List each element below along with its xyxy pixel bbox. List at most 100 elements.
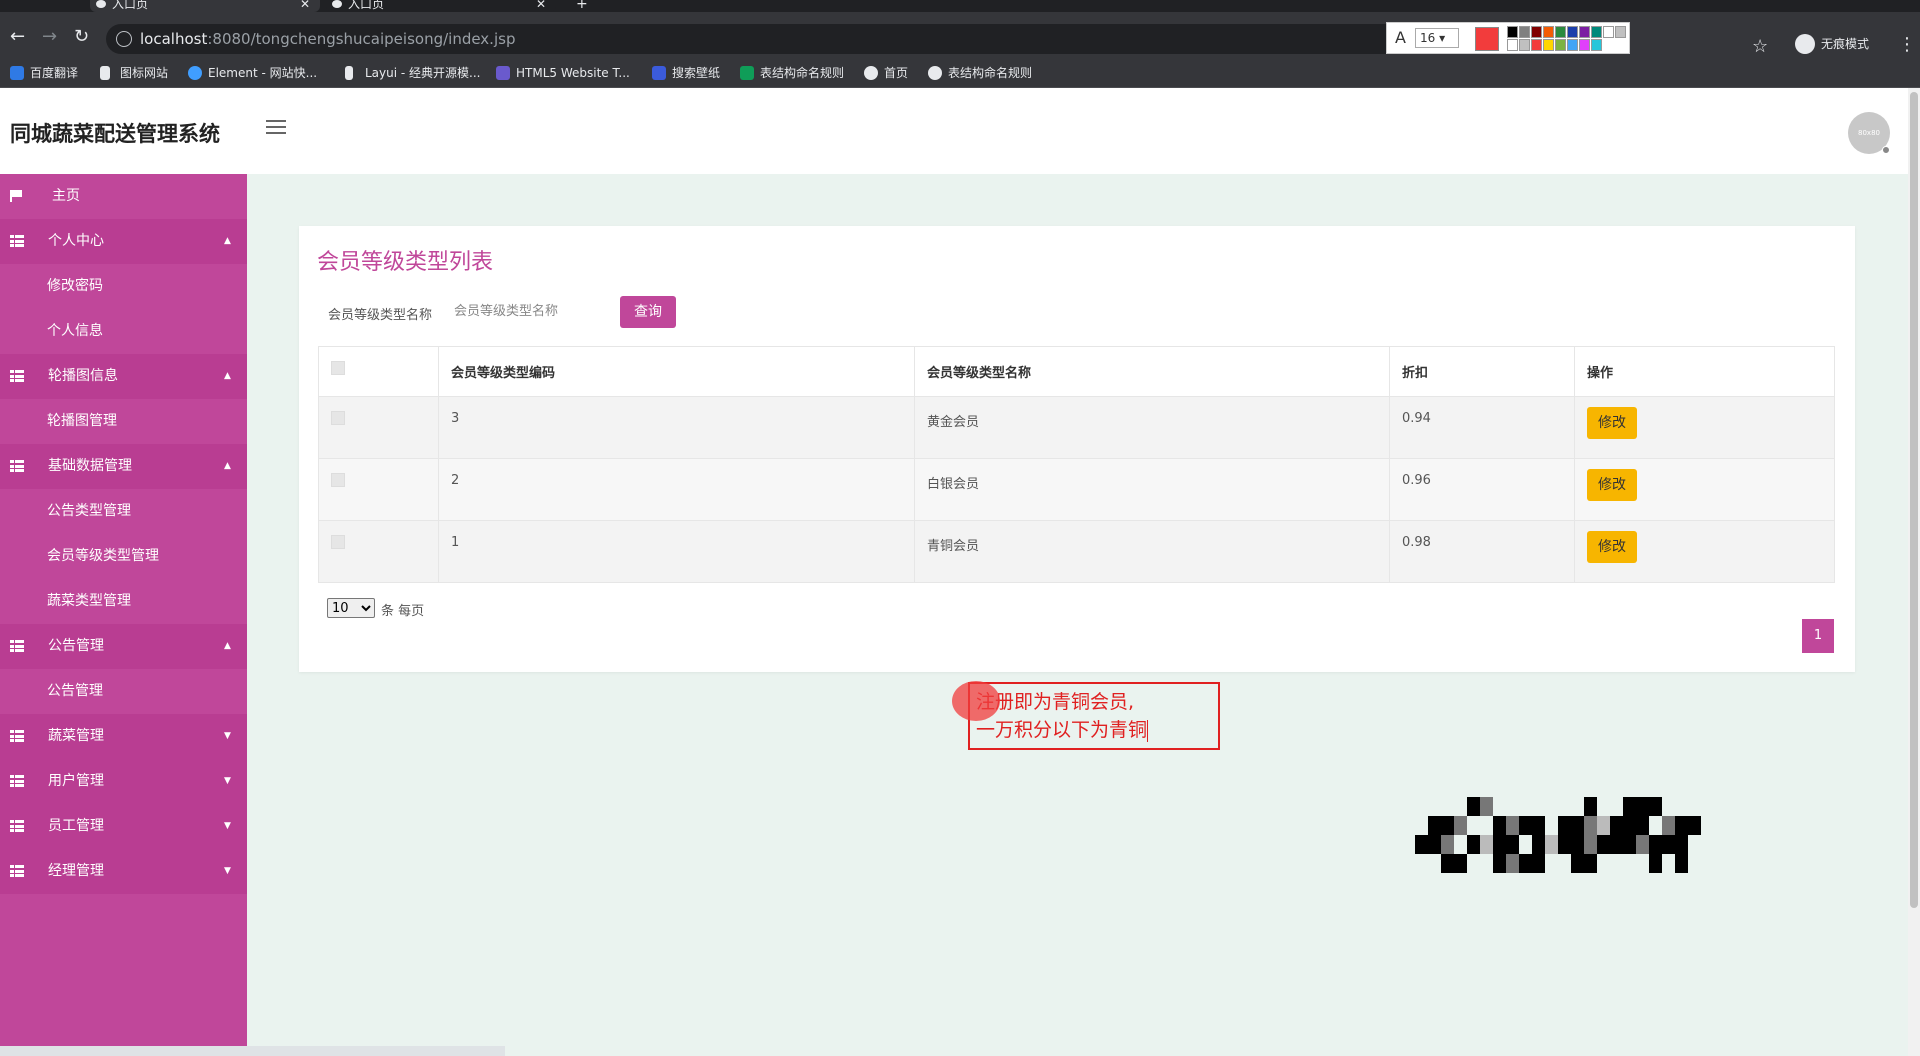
font-size-select[interactable]: 16 ▾ <box>1415 28 1459 48</box>
sidebar-item[interactable]: 基础数据管理 ▲ <box>0 444 247 489</box>
bookmark-item[interactable]: 图标网站 <box>100 64 168 82</box>
search-input[interactable] <box>452 296 592 326</box>
color-swatch[interactable] <box>1579 26 1590 38</box>
bookmark-item[interactable]: 首页 <box>864 64 908 82</box>
redaction-pixel <box>1519 854 1532 873</box>
sidebar-item[interactable]: 会员等级类型管理 <box>0 534 247 579</box>
page-scrollbar[interactable] <box>1908 88 1920 1056</box>
sidebar-item[interactable]: 公告管理 ▲ <box>0 624 247 669</box>
color-swatch[interactable] <box>1591 26 1602 38</box>
color-swatch[interactable] <box>1579 39 1590 51</box>
color-swatch[interactable] <box>1519 26 1530 38</box>
sidebar-item[interactable]: 蔬菜管理 ▼ <box>0 714 247 759</box>
sidebar-item[interactable]: 用户管理 ▼ <box>0 759 247 804</box>
translate-icon <box>10 66 24 80</box>
redaction-pixel <box>1571 835 1584 854</box>
chevron-up-icon: ▲ <box>224 236 231 246</box>
bookmark-item[interactable]: Layui - 经典开源模... <box>345 64 480 82</box>
address-bar[interactable]: localhost:8080/tongchengshucaipeisong/in… <box>106 24 1536 54</box>
new-tab-icon[interactable]: + <box>576 0 588 11</box>
bookmark-item[interactable]: 表结构命名规则 <box>740 64 844 82</box>
query-button[interactable]: 查询 <box>620 296 676 328</box>
color-swatch[interactable] <box>1531 39 1542 51</box>
sidebar-item[interactable]: 轮播图管理 <box>0 399 247 444</box>
edit-button[interactable]: 修改 <box>1587 469 1637 501</box>
sidebar-item[interactable]: 修改密码 <box>0 264 247 309</box>
app-title: 同城蔬菜配送管理系统 <box>10 122 220 146</box>
checkbox-cell <box>318 520 439 583</box>
bookmark-item[interactable]: 百度翻译 <box>10 64 78 82</box>
color-swatch[interactable] <box>1555 26 1566 38</box>
sidebar-item[interactable]: 员工管理 ▼ <box>0 804 247 849</box>
edit-button[interactable]: 修改 <box>1587 407 1637 439</box>
sidebar-item[interactable]: 轮播图信息 ▲ <box>0 354 247 399</box>
incognito-indicator[interactable]: 无痕模式 <box>1795 34 1869 54</box>
bookmark-star-icon[interactable]: ☆ <box>1752 36 1768 57</box>
sidebar-item[interactable]: 个人信息 <box>0 309 247 354</box>
sidebar-item[interactable]: 公告类型管理 <box>0 489 247 534</box>
color-swatch[interactable] <box>1591 39 1602 51</box>
row-checkbox[interactable] <box>331 411 345 425</box>
pagination-page[interactable]: 1 <box>1802 619 1834 653</box>
discount-cell: 0.98 <box>1389 520 1575 583</box>
color-swatch[interactable] <box>1567 39 1578 51</box>
annotation-text-box[interactable]: 注册即为青铜会员, 一万积分以下为青铜 <box>968 682 1220 750</box>
bookmark-item[interactable]: HTML5 Website T... <box>496 64 630 82</box>
scrollbar-thumb[interactable] <box>1910 92 1918 908</box>
sidebar-item[interactable]: 蔬菜类型管理 <box>0 579 247 624</box>
color-swatch[interactable] <box>1543 39 1554 51</box>
edit-button[interactable]: 修改 <box>1587 531 1637 563</box>
redaction-pixel <box>1662 835 1675 854</box>
color-swatches <box>1507 26 1627 52</box>
redaction-pixel <box>1558 816 1571 835</box>
name-cell: 白银会员 <box>914 458 1390 521</box>
redaction-pixel <box>1584 816 1597 835</box>
redaction-pixel <box>1493 854 1506 873</box>
bookmark-item[interactable]: 表结构命名规则 <box>928 64 1032 82</box>
redaction-pixel <box>1493 835 1506 854</box>
close-icon[interactable]: ✕ <box>536 0 546 10</box>
color-swatch[interactable] <box>1507 39 1518 51</box>
sidebar-item[interactable]: 公告管理 <box>0 669 247 714</box>
row-checkbox[interactable] <box>331 535 345 549</box>
browser-tab[interactable]: 入口页 ✕ <box>326 0 556 12</box>
page-size-label: 条 每页 <box>381 604 425 619</box>
table-row: 1 青铜会员 0.98 修改 <box>318 520 1835 583</box>
menu-kebab-icon[interactable]: ⋮ <box>1898 34 1916 55</box>
sidebar-item[interactable]: 经理管理 ▼ <box>0 849 247 894</box>
close-icon[interactable]: ✕ <box>300 0 310 10</box>
color-swatch[interactable] <box>1543 26 1554 38</box>
browser-tab[interactable]: 入口页 ✕ <box>90 0 320 12</box>
sidebar-item-label: 会员等级类型管理 <box>47 548 159 564</box>
color-swatch[interactable] <box>1615 26 1626 38</box>
row-checkbox[interactable] <box>331 473 345 487</box>
color-swatch[interactable] <box>1519 39 1530 51</box>
grid-icon <box>10 640 24 652</box>
color-swatch[interactable] <box>1555 39 1566 51</box>
color-swatch[interactable] <box>1603 26 1614 38</box>
discount-cell: 0.96 <box>1389 458 1575 521</box>
color-swatch[interactable] <box>1531 26 1542 38</box>
color-swatch[interactable] <box>1567 26 1578 38</box>
current-color-swatch[interactable] <box>1475 27 1499 51</box>
color-swatch[interactable] <box>1507 26 1518 38</box>
redaction-pixel <box>1441 816 1454 835</box>
select-all-checkbox[interactable] <box>331 361 345 375</box>
data-table: 会员等级类型编码 会员等级类型名称 折扣 操作 3 黄金会员 0.94 修改 2… <box>318 346 1835 583</box>
page-size-select[interactable]: 10 <box>327 598 375 618</box>
annotation-palette[interactable]: A 16 ▾ <box>1386 22 1630 54</box>
redaction-pixel <box>1597 816 1610 835</box>
reload-icon[interactable]: ↻ <box>74 26 89 48</box>
chevron-down-icon: ▼ <box>224 776 231 786</box>
site-info-icon[interactable] <box>116 31 132 47</box>
bookmark-item[interactable]: 搜索壁纸 <box>652 64 720 82</box>
bookmark-item[interactable]: Element - 网站快... <box>188 64 317 82</box>
cursor-highlight <box>952 681 1000 721</box>
redaction-pixel <box>1584 854 1597 873</box>
back-icon[interactable]: ← <box>10 26 25 48</box>
column-header: 会员等级类型编码 <box>438 346 915 397</box>
forward-icon[interactable]: → <box>42 26 57 48</box>
hamburger-menu-icon[interactable] <box>266 120 286 136</box>
sidebar-item[interactable]: 主页 <box>0 174 247 219</box>
sidebar-item[interactable]: 个人中心 ▲ <box>0 219 247 264</box>
